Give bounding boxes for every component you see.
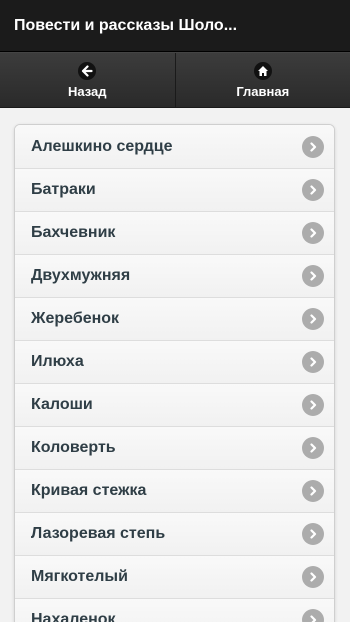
list-item[interactable]: Калоши xyxy=(15,383,334,426)
list-item-label: Жеребенок xyxy=(31,310,120,327)
home-button[interactable]: Главная xyxy=(174,53,350,107)
chevron-right-icon xyxy=(302,394,324,416)
back-button-label: Назад xyxy=(67,83,107,99)
list-item-label: Нахаленок xyxy=(31,611,116,622)
chevron-right-icon xyxy=(302,566,324,588)
stories-list: Алешкино сердце Батраки Бахчевник Двухму… xyxy=(14,124,335,622)
list-item[interactable]: Нахаленок xyxy=(15,598,334,622)
arrow-left-icon xyxy=(78,61,97,80)
list-item[interactable]: Илюха xyxy=(15,340,334,383)
home-icon xyxy=(253,61,272,80)
list-item-label: Коловерть xyxy=(31,439,116,456)
main-content: Алешкино сердце Батраки Бахчевник Двухму… xyxy=(0,108,350,622)
list-item[interactable]: Лазоревая степь xyxy=(15,512,334,555)
list-item-label: Бахчевник xyxy=(31,224,116,241)
list-item-label: Лазоревая степь xyxy=(31,525,166,542)
page-title: Повести и рассказы Шоло... xyxy=(14,16,238,34)
list-item[interactable]: Коловерть xyxy=(15,426,334,469)
chevron-right-icon xyxy=(302,609,324,622)
list-item-label: Двухмужняя xyxy=(31,267,131,284)
chevron-right-icon xyxy=(302,351,324,373)
list-item[interactable]: Жеребенок xyxy=(15,297,334,340)
list-item-label: Алешкино сердце xyxy=(31,137,173,155)
chevron-right-icon xyxy=(302,135,324,158)
back-button[interactable]: Назад xyxy=(0,53,175,107)
chevron-right-icon xyxy=(302,437,324,459)
list-item-label: Калоши xyxy=(31,396,93,413)
chevron-right-icon xyxy=(302,222,324,244)
list-item-label: Батраки xyxy=(31,181,96,198)
list-item[interactable]: Мягкотелый xyxy=(15,555,334,598)
chevron-right-icon xyxy=(302,523,324,545)
list-item[interactable]: Батраки xyxy=(15,168,334,211)
list-item-label: Илюха xyxy=(31,353,84,370)
list-item-label: Кривая стежка xyxy=(31,482,147,499)
list-item[interactable]: Двухмужняя xyxy=(15,254,334,297)
home-button-label: Главная xyxy=(236,83,290,99)
list-item[interactable]: Алешкино сердце xyxy=(15,125,334,168)
chevron-right-icon xyxy=(302,179,324,201)
list-item[interactable]: Бахчевник xyxy=(15,211,334,254)
list-item[interactable]: Кривая стежка xyxy=(15,469,334,512)
navbar: Назад Главная xyxy=(0,52,350,108)
chevron-right-icon xyxy=(302,308,324,330)
chevron-right-icon xyxy=(302,480,324,502)
chevron-right-icon xyxy=(302,265,324,287)
list-item-label: Мягкотелый xyxy=(31,568,128,585)
app-header: Повести и рассказы Шоло... xyxy=(0,0,350,52)
